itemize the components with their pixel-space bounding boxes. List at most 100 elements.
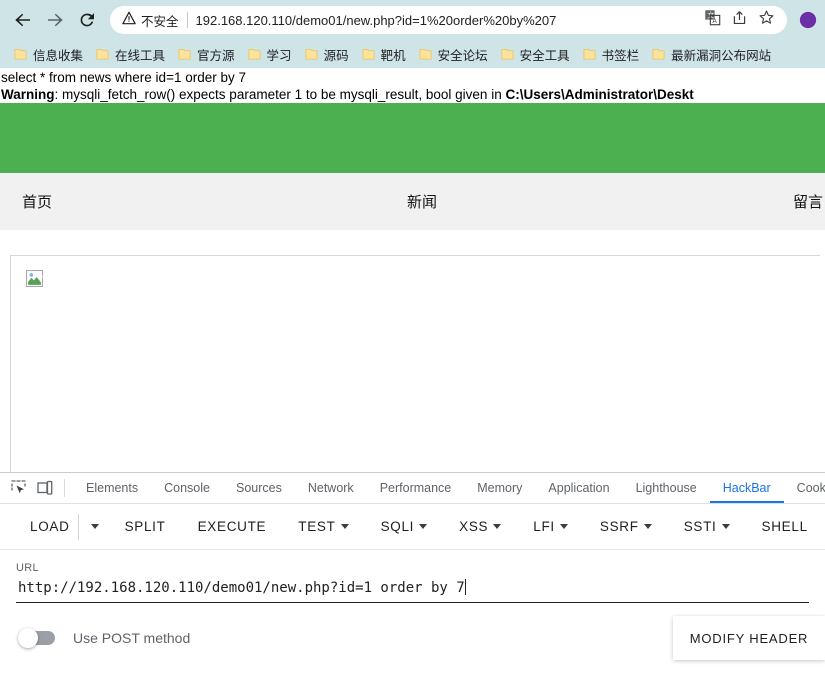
hackbar-ssrf-label: SSRF (599, 519, 639, 534)
devtools-toolbar-divider (64, 479, 65, 497)
bookmark-folder[interactable]: 源码 (301, 43, 358, 66)
chevron-down-icon (90, 524, 99, 529)
bookmark-folder[interactable]: 官方源 (174, 43, 244, 66)
folder-icon (362, 47, 375, 61)
post-method-row: Use POST method MODIFY HEADER (16, 616, 825, 660)
hackbar-toolbar-divider (77, 513, 79, 540)
php-error-output: select * from news where id=1 order by 7… (0, 68, 825, 103)
devtools-tab-hackbar[interactable]: HackBar (710, 473, 784, 503)
reload-button[interactable] (72, 5, 102, 35)
chevron-down-icon (643, 524, 652, 529)
text-cursor (464, 579, 466, 595)
bookmark-folder[interactable]: 书签栏 (579, 43, 649, 66)
nav-item-home[interactable]: 首页 (22, 191, 52, 212)
chevron-down-icon (340, 524, 349, 529)
bookmark-folder[interactable]: 安全论坛 (415, 43, 497, 66)
news-content-panel (10, 255, 820, 472)
bookmark-folder[interactable]: 学习 (244, 43, 301, 66)
hackbar-lfi-label: LFI (533, 519, 555, 534)
chevron-down-icon (721, 524, 730, 529)
hackbar-load-dropdown-button[interactable] (81, 524, 109, 529)
inspect-element-icon[interactable] (6, 475, 32, 501)
bookmark-folder[interactable]: 在线工具 (92, 43, 174, 66)
site-header-banner (0, 103, 825, 173)
warning-file-path: C:\Users\Administrator\Deskt (505, 87, 694, 102)
address-bar[interactable]: 不安全 192.168.120.110/demo01/new.php?id=1%… (110, 6, 787, 34)
bookmark-folder[interactable]: 安全工具 (497, 43, 579, 66)
hackbar-load-button[interactable]: LOAD (14, 519, 76, 534)
nav-item-message[interactable]: 留言 (793, 191, 823, 212)
page-viewport: select * from news where id=1 order by 7… (0, 68, 825, 472)
devtools-tabbar: Elements Console Sources Network Perform… (0, 473, 825, 504)
hackbar-split-button[interactable]: SPLIT (109, 519, 182, 534)
devtools-tab-console[interactable]: Console (151, 473, 223, 503)
extension-puzzle-icon[interactable] (799, 11, 817, 29)
hackbar-ssti-button[interactable]: SSTI (668, 519, 746, 534)
devtools-tab-cookie-editor[interactable]: Cookie-Editor (784, 473, 825, 503)
folder-icon (583, 47, 596, 61)
browser-chrome: 不安全 192.168.120.110/demo01/new.php?id=1%… (0, 0, 825, 68)
hackbar-toolbar: LOAD SPLIT EXECUTE TEST SQLI XSS LFI SSR… (0, 504, 825, 550)
hackbar-ssti-label: SSTI (683, 519, 717, 534)
devtools-tab-sources[interactable]: Sources (223, 473, 295, 503)
chevron-down-icon (493, 524, 502, 529)
devtools-tab-performance[interactable]: Performance (367, 473, 465, 503)
folder-icon (305, 47, 318, 61)
bookmark-label: 在线工具 (115, 48, 166, 63)
hackbar-ssrf-button[interactable]: SSRF (584, 519, 668, 534)
folder-icon (248, 47, 261, 61)
chevron-down-icon (419, 524, 428, 529)
chevron-down-icon (559, 524, 568, 529)
bookmark-folder[interactable]: 信息收集 (10, 43, 92, 66)
forward-button[interactable] (40, 5, 70, 35)
nav-item-news[interactable]: 新闻 (407, 191, 437, 212)
folder-icon (96, 47, 109, 61)
security-status-label: 不安全 (141, 14, 179, 29)
modify-header-button[interactable]: MODIFY HEADER (673, 616, 825, 660)
devtools-tab-memory[interactable]: Memory (464, 473, 535, 503)
folder-icon (14, 47, 27, 61)
svg-text:A: A (713, 18, 718, 25)
folder-icon (419, 47, 432, 61)
url-field-label: URL (16, 562, 39, 574)
folder-icon (178, 47, 191, 61)
reload-icon (77, 10, 97, 30)
use-post-method-toggle[interactable] (18, 628, 55, 648)
devtools-tab-elements[interactable]: Elements (73, 473, 151, 503)
hackbar-xss-button[interactable]: XSS (443, 519, 517, 534)
star-icon[interactable] (758, 9, 775, 31)
sql-query-line: select * from news where id=1 order by 7 (1, 70, 246, 85)
devtools-tab-network[interactable]: Network (295, 473, 367, 503)
devtools-panel: Elements Console Sources Network Perform… (0, 472, 825, 680)
hackbar-test-button[interactable]: TEST (282, 519, 364, 534)
bookmark-label: 学习 (266, 48, 292, 63)
bookmark-label: 书签栏 (601, 48, 640, 63)
warning-message: : mysqli_fetch_row() expects parameter 1… (54, 87, 506, 102)
hackbar-lfi-button[interactable]: LFI (517, 519, 584, 534)
bookmark-folder[interactable]: 最新漏洞公布网站 (648, 43, 780, 66)
folder-icon (652, 47, 665, 61)
hackbar-body: URL http://192.168.120.110/demo01/new.ph… (0, 550, 825, 680)
translate-icon[interactable]: 文 A (704, 9, 721, 31)
bookmark-label: 官方源 (197, 48, 235, 63)
hackbar-execute-button[interactable]: EXECUTE (182, 519, 283, 534)
bookmark-label: 信息收集 (33, 48, 84, 63)
device-toolbar-icon[interactable] (32, 475, 58, 501)
hackbar-sqli-button[interactable]: SQLI (365, 519, 444, 534)
site-nav-menu: 首页 新闻 留言 (0, 173, 825, 230)
devtools-tab-application[interactable]: Application (535, 473, 622, 503)
not-secure-warning-icon (122, 11, 136, 30)
devtools-tab-lighthouse[interactable]: Lighthouse (623, 473, 710, 503)
bookmark-folder[interactable]: 靶机 (358, 43, 415, 66)
bookmark-label: 安全论坛 (437, 48, 488, 63)
toggle-knob (18, 628, 38, 648)
share-icon[interactable] (731, 9, 748, 31)
hackbar-shell-button[interactable]: SHELL (746, 519, 824, 534)
hackbar-test-label: TEST (298, 519, 336, 534)
bookmarks-bar: 信息收集 在线工具 官方源 学习 源码 靶机 安全论坛 安全工具 书签栏 最新漏… (0, 40, 825, 68)
broken-image-icon (26, 270, 43, 287)
back-button[interactable] (8, 5, 38, 35)
hackbar-sqli-label: SQLI (380, 519, 415, 534)
omnibox-divider (186, 12, 188, 28)
url-input[interactable]: http://192.168.120.110/demo01/new.php?id… (16, 577, 809, 603)
